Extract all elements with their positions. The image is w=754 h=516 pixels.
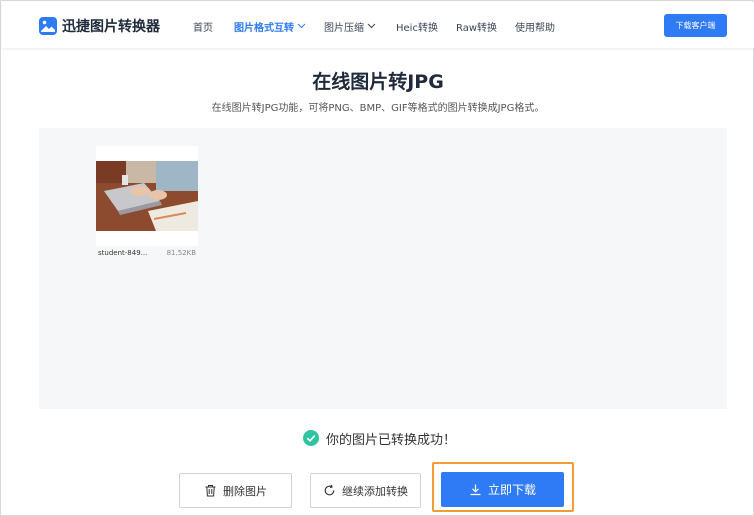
delete-image-label: 删除图片 — [223, 484, 267, 498]
page-title: 在线图片转JPG — [312, 71, 444, 93]
download-now-label: 立即下载 — [487, 483, 536, 497]
check-circle-icon — [303, 430, 319, 446]
success-message: 你的图片已转换成功！ — [303, 429, 457, 448]
trash-icon — [205, 485, 216, 497]
file-list-area: student-849... 81.52KB — [39, 128, 727, 409]
nav-format-convert[interactable]: 图片格式互转 — [234, 19, 306, 34]
nav-home[interactable]: 首页 — [193, 19, 213, 34]
refresh-icon — [324, 484, 335, 496]
nav-help[interactable]: 使用帮助 — [515, 19, 555, 34]
file-thumbnail — [96, 146, 198, 246]
file-size: 81.52KB — [166, 249, 196, 257]
photo-laptop-hands-icon — [96, 161, 198, 231]
chevron-down-icon — [297, 23, 306, 29]
nav-home-label: 首页 — [193, 22, 213, 34]
file-card[interactable]: student-849... 81.52KB — [96, 146, 198, 262]
chevron-down-icon — [367, 23, 376, 29]
download-icon — [470, 484, 481, 496]
nav-help-label: 使用帮助 — [515, 22, 555, 34]
nav-heic-label: Heic转换 — [396, 22, 438, 34]
logo[interactable]: 迅捷图片转换器 — [39, 15, 160, 37]
nav-format-convert-label: 图片格式互转 — [234, 22, 294, 34]
logo-icon — [39, 17, 57, 35]
nav-raw[interactable]: Raw转换 — [456, 19, 497, 34]
page-subtitle: 在线图片转JPG功能，可将PNG、BMP、GIF等格式的图片转换成JPG格式。 — [211, 103, 545, 114]
file-name: student-849... — [98, 249, 148, 257]
success-text: 你的图片已转换成功！ — [326, 432, 457, 448]
nav-heic[interactable]: Heic转换 — [396, 19, 438, 34]
app-window: 迅捷图片转换器 首页 图片格式互转 图片压缩 Heic转换 Raw转换 使用帮助 — [0, 0, 754, 516]
continue-add-button[interactable]: 继续添加转换 — [310, 473, 421, 508]
delete-image-button[interactable]: 删除图片 — [179, 473, 292, 508]
continue-add-label: 继续添加转换 — [342, 484, 408, 498]
nav-compress[interactable]: 图片压缩 — [324, 19, 376, 34]
top-navbar: 迅捷图片转换器 首页 图片格式互转 图片压缩 Heic转换 Raw转换 使用帮助 — [2, 2, 754, 48]
nav-raw-label: Raw转换 — [456, 22, 498, 34]
nav-compress-label: 图片压缩 — [324, 22, 364, 34]
download-now-button[interactable]: 立即下载 — [441, 472, 564, 507]
download-client-button[interactable]: 下载客户端 — [664, 14, 727, 37]
logo-text: 迅捷图片转换器 — [62, 19, 160, 35]
